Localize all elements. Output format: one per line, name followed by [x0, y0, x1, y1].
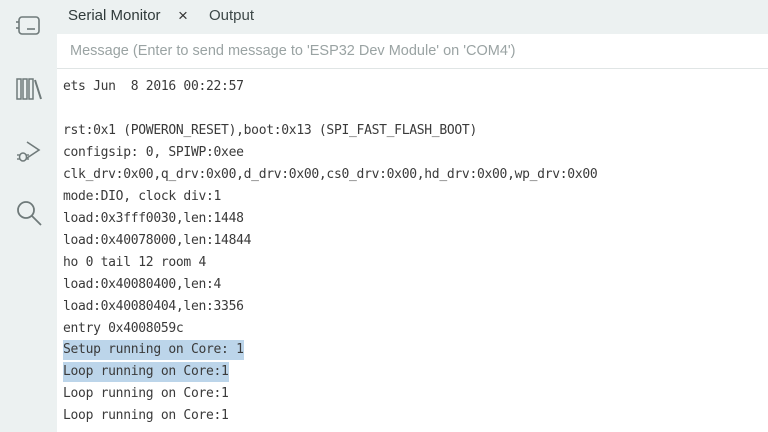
log-line: clk_drv:0x00,q_drv:0x00,d_drv:0x00,cs0_d…: [63, 167, 598, 182]
debug-button[interactable]: [12, 134, 46, 168]
log-line: mode:DIO, clock div:1: [63, 189, 222, 204]
log-line-selected: Loop running on Core:1: [63, 362, 229, 382]
main-panel: Serial Monitor × Output ets Jun 8 2016 0…: [57, 0, 768, 432]
message-input[interactable]: [65, 38, 765, 64]
log-line: ho 0 tail 12 room 4: [63, 255, 207, 270]
log-line: load:0x40080404,len:3356: [63, 299, 244, 314]
library-manager-button[interactable]: [12, 72, 46, 106]
log-line: entry 0x4008059c: [63, 321, 184, 336]
log-line: ets Jun 8 2016 00:22:57: [63, 79, 244, 94]
tab-serial-monitor[interactable]: Serial Monitor: [68, 0, 161, 34]
log-line: configsip: 0, SPIWP:0xee: [63, 145, 244, 160]
board-icon: [16, 16, 40, 35]
search-button[interactable]: [12, 196, 46, 230]
panel-tabbar: Serial Monitor × Output: [57, 0, 768, 34]
log-line: rst:0x1 (POWERON_RESET),boot:0x13 (SPI_F…: [63, 123, 477, 138]
log-line: load:0x40080400,len:4: [63, 277, 222, 292]
serial-output[interactable]: ets Jun 8 2016 00:22:57 rst:0x1 (POWERON…: [57, 77, 768, 432]
log-line: load:0x3fff0030,len:1448: [63, 211, 244, 226]
log-line: load:0x40078000,len:14844: [63, 233, 252, 248]
tab-output[interactable]: Output: [209, 0, 254, 34]
debug-icon: [17, 141, 41, 162]
search-icon: [17, 201, 42, 226]
activity-sidebar: [0, 0, 57, 432]
log-line: Loop running on Core:1: [63, 386, 229, 401]
library-icon: [16, 78, 42, 100]
message-bar: [57, 34, 768, 69]
board-manager-button[interactable]: [12, 9, 46, 43]
log-line: Loop running on Core:1: [63, 408, 229, 423]
log-line-selected: Setup running on Core: 1: [63, 340, 244, 360]
close-icon[interactable]: ×: [175, 0, 191, 34]
